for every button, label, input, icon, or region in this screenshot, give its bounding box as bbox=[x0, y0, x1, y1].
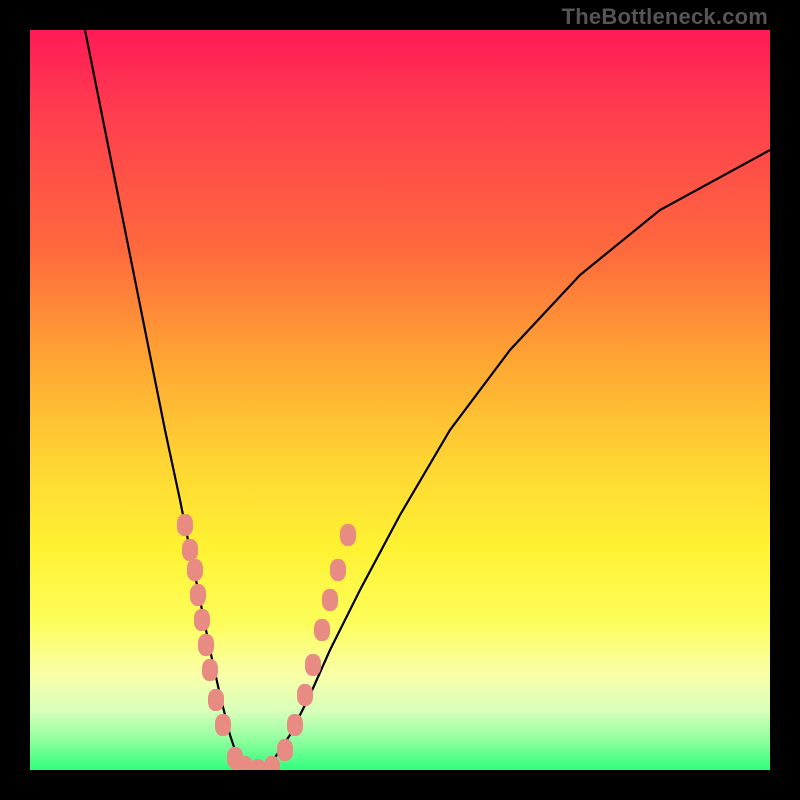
chart-frame bbox=[30, 30, 770, 770]
curve-marker bbox=[264, 756, 280, 770]
curve-marker bbox=[287, 714, 303, 736]
curve-marker bbox=[208, 689, 224, 711]
chart-svg bbox=[30, 30, 770, 770]
curve-marker bbox=[297, 684, 313, 706]
curve-marker bbox=[305, 654, 321, 676]
curve-marker bbox=[215, 714, 231, 736]
curve-marker bbox=[194, 609, 210, 631]
curve-marker bbox=[198, 634, 214, 656]
curve-marker bbox=[322, 589, 338, 611]
curve-marker bbox=[187, 559, 203, 581]
curve-marker bbox=[330, 559, 346, 581]
curve-marker bbox=[177, 514, 193, 536]
watermark-text: TheBottleneck.com bbox=[562, 4, 768, 30]
curve-marker bbox=[182, 539, 198, 561]
marker-group bbox=[177, 514, 356, 770]
curve-marker bbox=[277, 739, 293, 761]
curve-marker bbox=[314, 619, 330, 641]
curve-marker bbox=[340, 524, 356, 546]
curve-marker bbox=[202, 659, 218, 681]
bottleneck-curve bbox=[85, 30, 770, 770]
curve-marker bbox=[190, 584, 206, 606]
curve-marker bbox=[250, 759, 266, 770]
